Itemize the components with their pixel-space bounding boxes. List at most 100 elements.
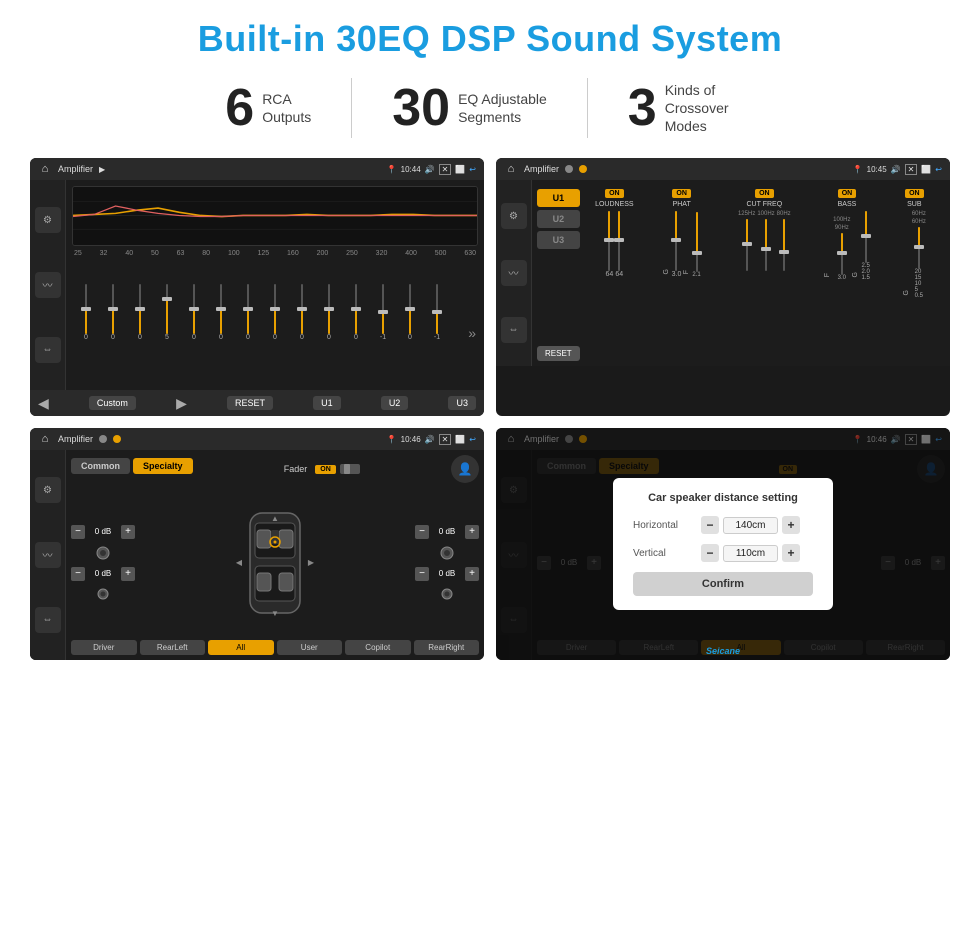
sub-sliders: G 60Hz 60Hz 20151 bbox=[903, 211, 926, 299]
sp-icon-arrows[interactable]: ⇔ bbox=[35, 607, 61, 633]
reset-btn-s2[interactable]: RESET bbox=[537, 346, 580, 361]
eq-slider-3[interactable]: 5 bbox=[155, 261, 179, 341]
reset-btn-s1[interactable]: RESET bbox=[227, 396, 273, 410]
horizontal-minus[interactable]: − bbox=[701, 516, 719, 534]
eq-slider-0[interactable]: 0 bbox=[74, 261, 98, 341]
eq-slider-6[interactable]: 0 bbox=[236, 261, 260, 341]
svg-text:▼: ▼ bbox=[271, 609, 279, 618]
copilot-btn[interactable]: Copilot bbox=[345, 640, 411, 655]
speaker-icon-s1[interactable]: 🔊 bbox=[425, 165, 435, 174]
next-btn-s1[interactable]: ▶ bbox=[176, 395, 187, 412]
horizontal-plus[interactable]: + bbox=[782, 516, 800, 534]
loudness-slider-1[interactable]: 64 bbox=[606, 211, 614, 278]
on-badge-bass[interactable]: ON bbox=[838, 189, 857, 198]
bass-g-slider[interactable]: 2.52.01.5 bbox=[861, 211, 869, 281]
on-badge-loudness[interactable]: ON bbox=[605, 189, 624, 198]
eq-slider-9[interactable]: 0 bbox=[317, 261, 341, 341]
eq-slider-14[interactable]: » bbox=[452, 261, 476, 341]
custom-btn[interactable]: Custom bbox=[89, 396, 136, 410]
speaker-icon-s2[interactable]: 🔊 bbox=[891, 165, 901, 174]
fader-slider[interactable] bbox=[340, 464, 360, 474]
on-badge-sub[interactable]: ON bbox=[905, 189, 924, 198]
all-btn[interactable]: All bbox=[208, 640, 274, 655]
loudness-slider-2[interactable]: 64 bbox=[615, 211, 623, 278]
eq-slider-11[interactable]: -1 bbox=[371, 261, 395, 341]
confirm-button[interactable]: Confirm bbox=[633, 572, 813, 596]
eq-slider-5[interactable]: 0 bbox=[209, 261, 233, 341]
right-bot-plus[interactable]: + bbox=[465, 567, 479, 581]
eq-slider-7[interactable]: 0 bbox=[263, 261, 287, 341]
home-icon-s1[interactable]: ⌂ bbox=[38, 162, 52, 176]
amp-sidebar: ⚙ 〰 ⇔ bbox=[496, 180, 532, 366]
on-badge-phat[interactable]: ON bbox=[672, 189, 691, 198]
prev-btn-s1[interactable]: ◀ bbox=[38, 395, 49, 412]
right-top-minus[interactable]: − bbox=[415, 525, 429, 539]
user-btn[interactable]: User bbox=[277, 640, 343, 655]
phat-freq-slider[interactable]: 2.1 bbox=[692, 212, 700, 278]
amp-icon-wave[interactable]: 〰 bbox=[501, 260, 527, 286]
amp-icon-arrows[interactable]: ⇔ bbox=[501, 317, 527, 343]
channels-area: ON LOUDNESS 64 bbox=[584, 185, 945, 361]
u3-btn-s1[interactable]: U3 bbox=[448, 396, 476, 410]
vertical-plus[interactable]: + bbox=[782, 544, 800, 562]
left-top-plus[interactable]: + bbox=[121, 525, 135, 539]
eq-icon-filter[interactable]: ⚙ bbox=[35, 207, 61, 233]
phat-slider[interactable]: 3.0 bbox=[672, 211, 682, 278]
fader-on-badge[interactable]: ON bbox=[315, 465, 336, 474]
window-icon-s2[interactable]: ⬜ bbox=[921, 165, 931, 174]
bass-slider[interactable]: 100Hz 90Hz 3.0 bbox=[833, 217, 850, 281]
eq-slider-2[interactable]: 0 bbox=[128, 261, 152, 341]
window-icon-s3[interactable]: ⬜ bbox=[455, 435, 465, 444]
screen2: ⌂ Amplifier 📍 10:45 🔊 ✕ ⬜ ↩ bbox=[496, 158, 950, 366]
tab-common-s3[interactable]: Common bbox=[71, 458, 130, 474]
sp-icon-wave[interactable]: 〰 bbox=[35, 542, 61, 568]
back-icon-s2[interactable]: ↩ bbox=[935, 165, 942, 174]
vertical-minus[interactable]: − bbox=[701, 544, 719, 562]
play-icon-s1[interactable]: ▶ bbox=[99, 165, 105, 174]
eq-slider-10[interactable]: 0 bbox=[344, 261, 368, 341]
eq-slider-13[interactable]: -1 bbox=[425, 261, 449, 341]
home-icon-s3[interactable]: ⌂ bbox=[38, 432, 52, 446]
window-icon-s1[interactable]: ⬜ bbox=[455, 165, 465, 174]
u1-btn-s1[interactable]: U1 bbox=[313, 396, 341, 410]
close-icon-s1[interactable]: ✕ bbox=[439, 164, 452, 175]
screen4-container: ⌂ Amplifier 📍 10:46 🔊 ✕ ⬜ ↩ bbox=[496, 428, 950, 660]
home-icon-s2[interactable]: ⌂ bbox=[504, 162, 518, 176]
driver-btn[interactable]: Driver bbox=[71, 640, 137, 655]
left-bot-plus[interactable]: + bbox=[121, 567, 135, 581]
close-icon-s3[interactable]: ✕ bbox=[439, 434, 452, 445]
feature-text-eq: EQ AdjustableSegments bbox=[458, 90, 547, 126]
on-badge-cutfreq[interactable]: ON bbox=[755, 189, 774, 198]
cutfreq-slider-hp[interactable]: 125Hz bbox=[738, 211, 755, 271]
person-icon-s3[interactable]: 👤 bbox=[451, 455, 479, 483]
close-icon-s2[interactable]: ✕ bbox=[905, 164, 918, 175]
screen2-topbar: ⌂ Amplifier 📍 10:45 🔊 ✕ ⬜ ↩ bbox=[496, 158, 950, 180]
cutfreq-slider-lp[interactable]: 100Hz bbox=[757, 211, 774, 271]
screen1-title: Amplifier bbox=[58, 164, 93, 174]
right-top-plus[interactable]: + bbox=[465, 525, 479, 539]
eq-slider-8[interactable]: 0 bbox=[290, 261, 314, 341]
preset-u2[interactable]: U2 bbox=[537, 210, 580, 228]
rearleft-btn[interactable]: RearLeft bbox=[140, 640, 206, 655]
back-icon-s3[interactable]: ↩ bbox=[469, 435, 476, 444]
eq-slider-12[interactable]: 0 bbox=[398, 261, 422, 341]
eq-slider-4[interactable]: 0 bbox=[182, 261, 206, 341]
eq-icon-arrows[interactable]: ⇔ bbox=[35, 337, 61, 363]
amp-icon-filter[interactable]: ⚙ bbox=[501, 203, 527, 229]
left-bot-minus[interactable]: − bbox=[71, 567, 85, 581]
speaker-icon-s3[interactable]: 🔊 bbox=[425, 435, 435, 444]
u2-btn-s1[interactable]: U2 bbox=[381, 396, 409, 410]
preset-u1[interactable]: U1 bbox=[537, 189, 580, 207]
rearright-btn[interactable]: RearRight bbox=[414, 640, 480, 655]
tab-specialty-s3[interactable]: Specialty bbox=[133, 458, 193, 474]
right-bot-minus[interactable]: − bbox=[415, 567, 429, 581]
sp-icon-filter[interactable]: ⚙ bbox=[35, 477, 61, 503]
eq-icon-wave[interactable]: 〰 bbox=[35, 272, 61, 298]
svg-text:▶: ▶ bbox=[308, 558, 315, 567]
sub-slider[interactable]: 60Hz 60Hz 20151050.5 bbox=[912, 211, 926, 299]
eq-slider-1[interactable]: 0 bbox=[101, 261, 125, 341]
cutfreq-slider-3[interactable]: 80Hz bbox=[777, 211, 791, 271]
left-top-minus[interactable]: − bbox=[71, 525, 85, 539]
preset-u3[interactable]: U3 bbox=[537, 231, 580, 249]
back-icon-s1[interactable]: ↩ bbox=[469, 165, 476, 174]
